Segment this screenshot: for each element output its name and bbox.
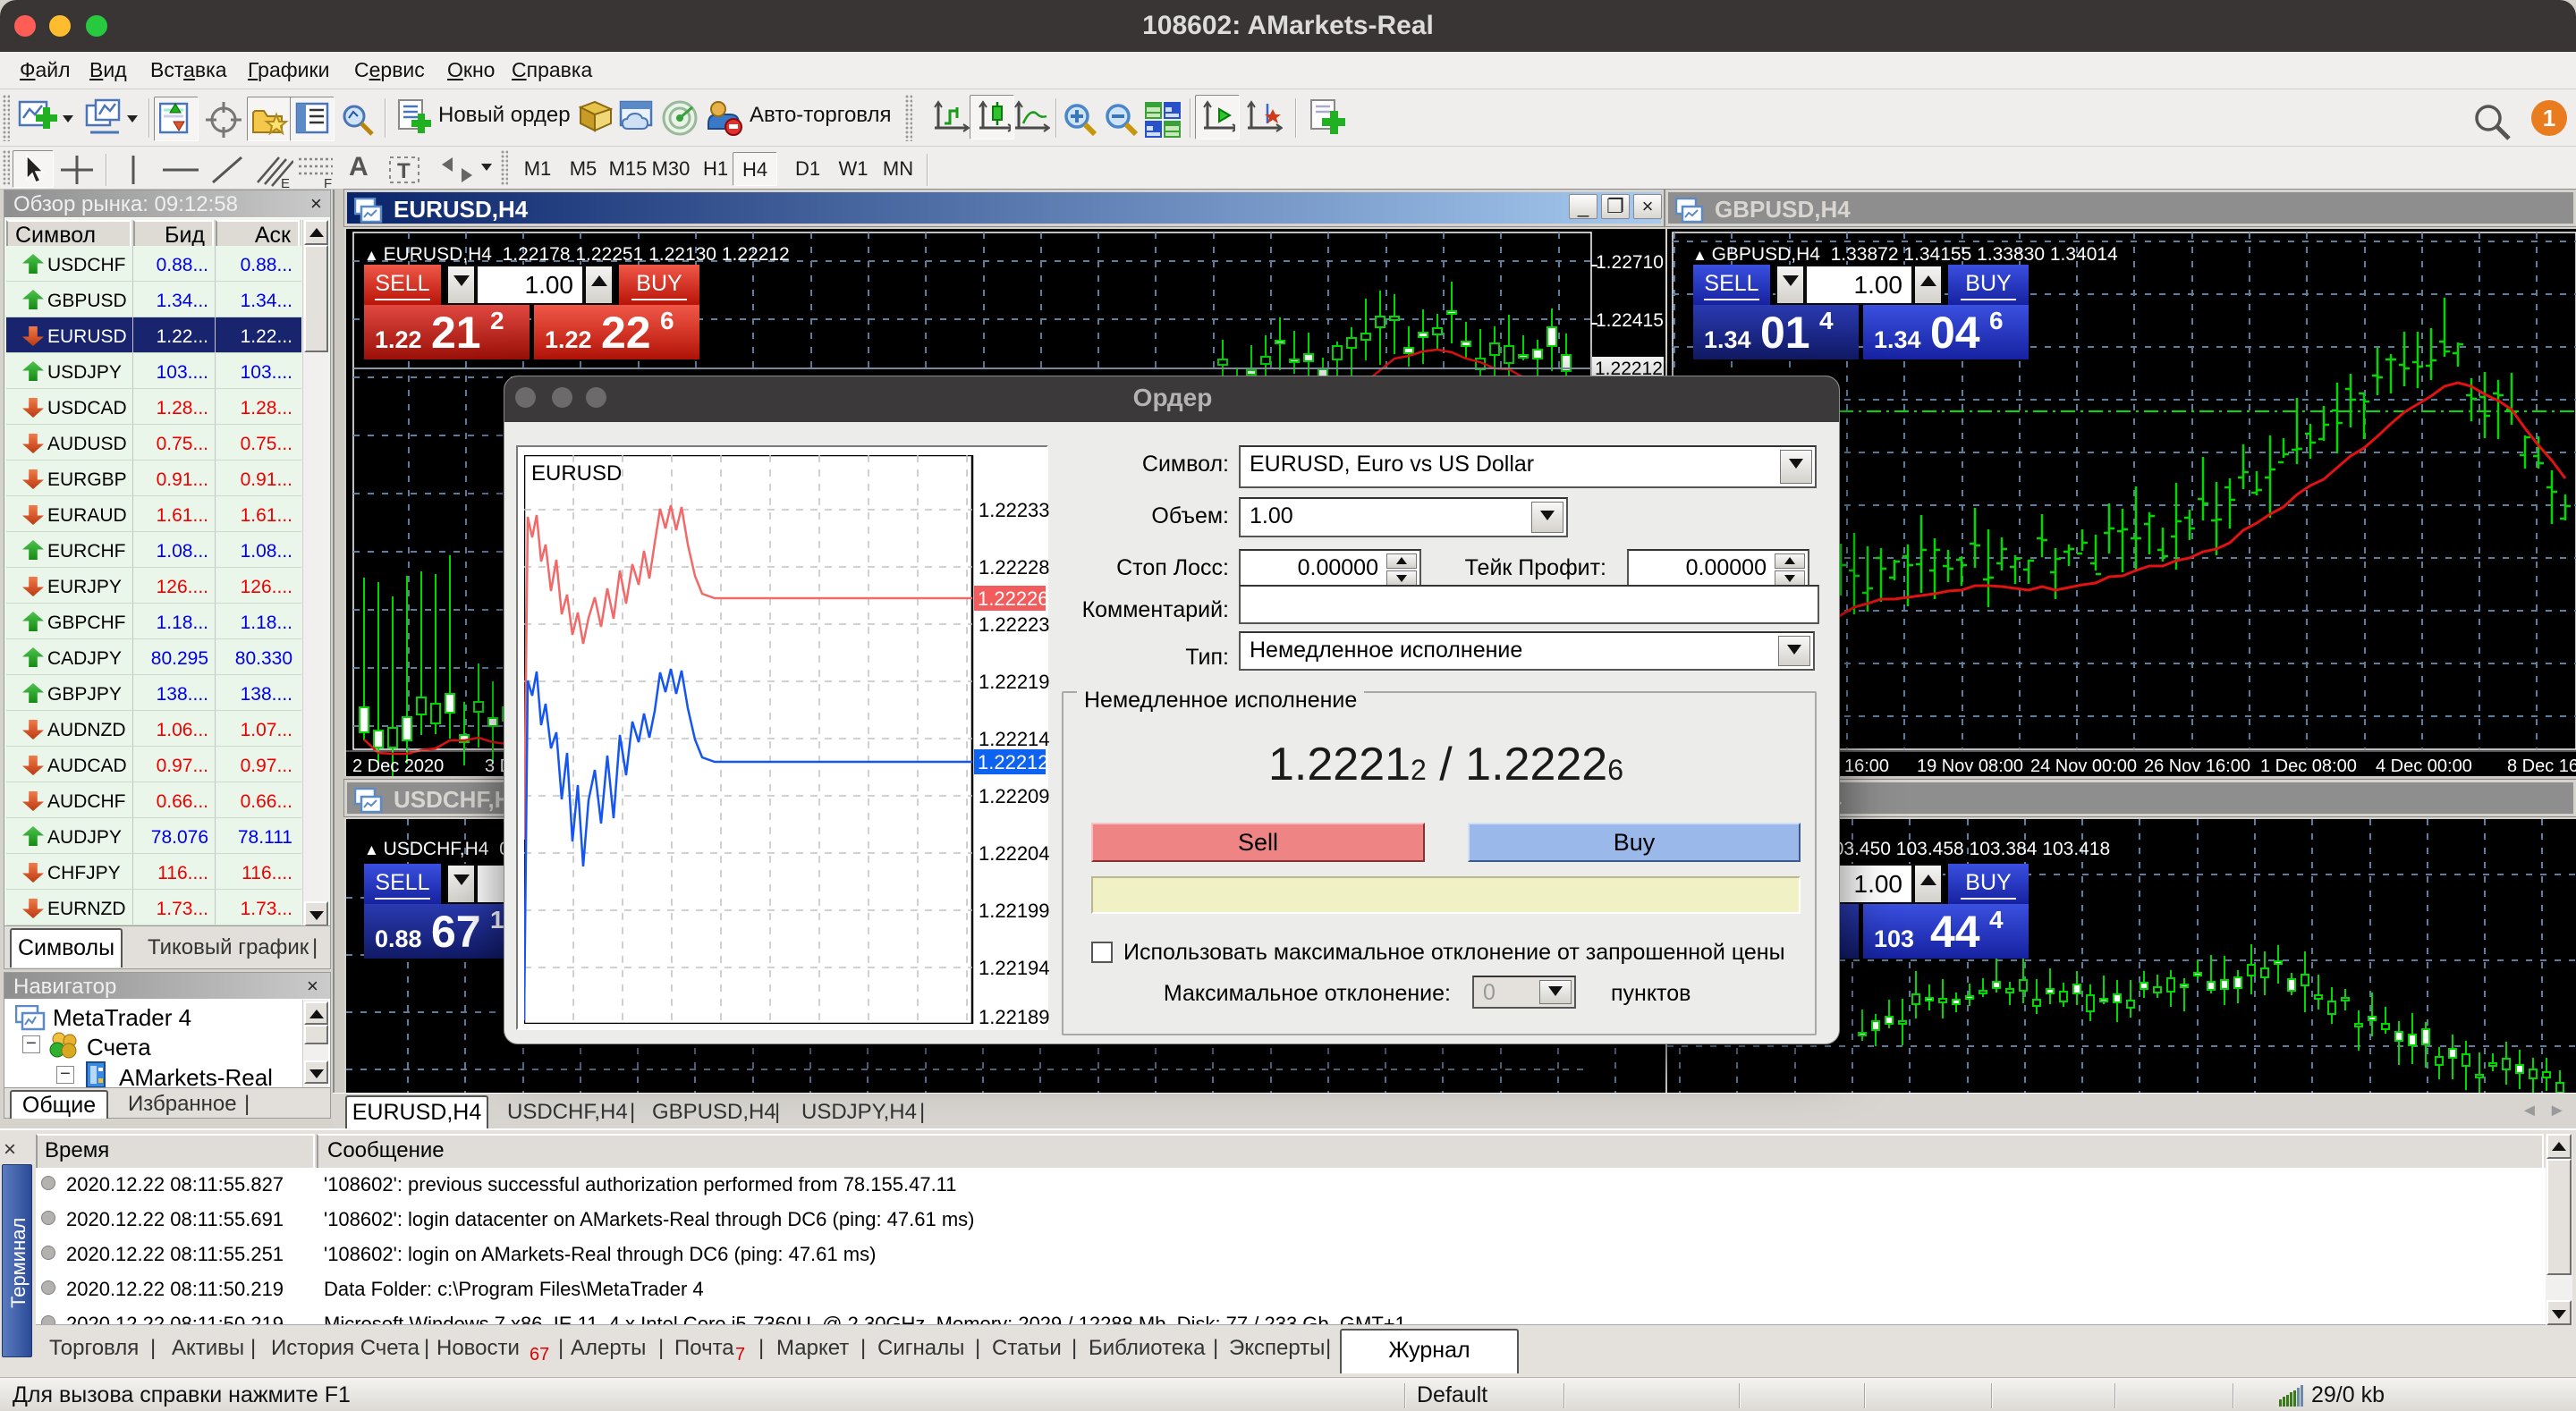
svg-text:8 Dec 16:00: 8 Dec 16:00 [2507,756,2576,776]
svg-text:1 Dec 08:00: 1 Dec 08:00 [2260,756,2357,776]
svg-text:24 Nov 00:00: 24 Nov 00:00 [2030,756,2137,776]
svg-text:1.22219: 1.22219 [979,671,1050,693]
svg-text:1.22209: 1.22209 [979,785,1050,807]
svg-text:E: E [281,176,290,188]
svg-text:1.22199: 1.22199 [979,900,1050,922]
svg-text:26 Nov 16:00: 26 Nov 16:00 [2144,756,2250,776]
svg-text:1.22415: 1.22415 [1596,310,1664,331]
svg-text:1.22194: 1.22194 [979,957,1050,979]
svg-text:F: F [324,176,332,188]
svg-text:EURUSD: EURUSD [531,461,622,486]
svg-text:1.22204: 1.22204 [979,842,1050,865]
svg-text:1.22233: 1.22233 [979,499,1050,521]
svg-text:19 Nov 08:00: 19 Nov 08:00 [1917,756,2023,776]
svg-text:1.22189: 1.22189 [979,1006,1050,1024]
svg-text:2 Dec 2020: 2 Dec 2020 [352,756,444,776]
svg-text:16:00: 16:00 [1844,756,1889,776]
svg-text:1.22710: 1.22710 [1596,252,1664,273]
svg-text:1.22214: 1.22214 [979,728,1050,750]
svg-text:T: T [397,159,411,183]
svg-text:4 Dec 00:00: 4 Dec 00:00 [2376,756,2472,776]
svg-text:1.22212: 1.22212 [978,751,1049,773]
